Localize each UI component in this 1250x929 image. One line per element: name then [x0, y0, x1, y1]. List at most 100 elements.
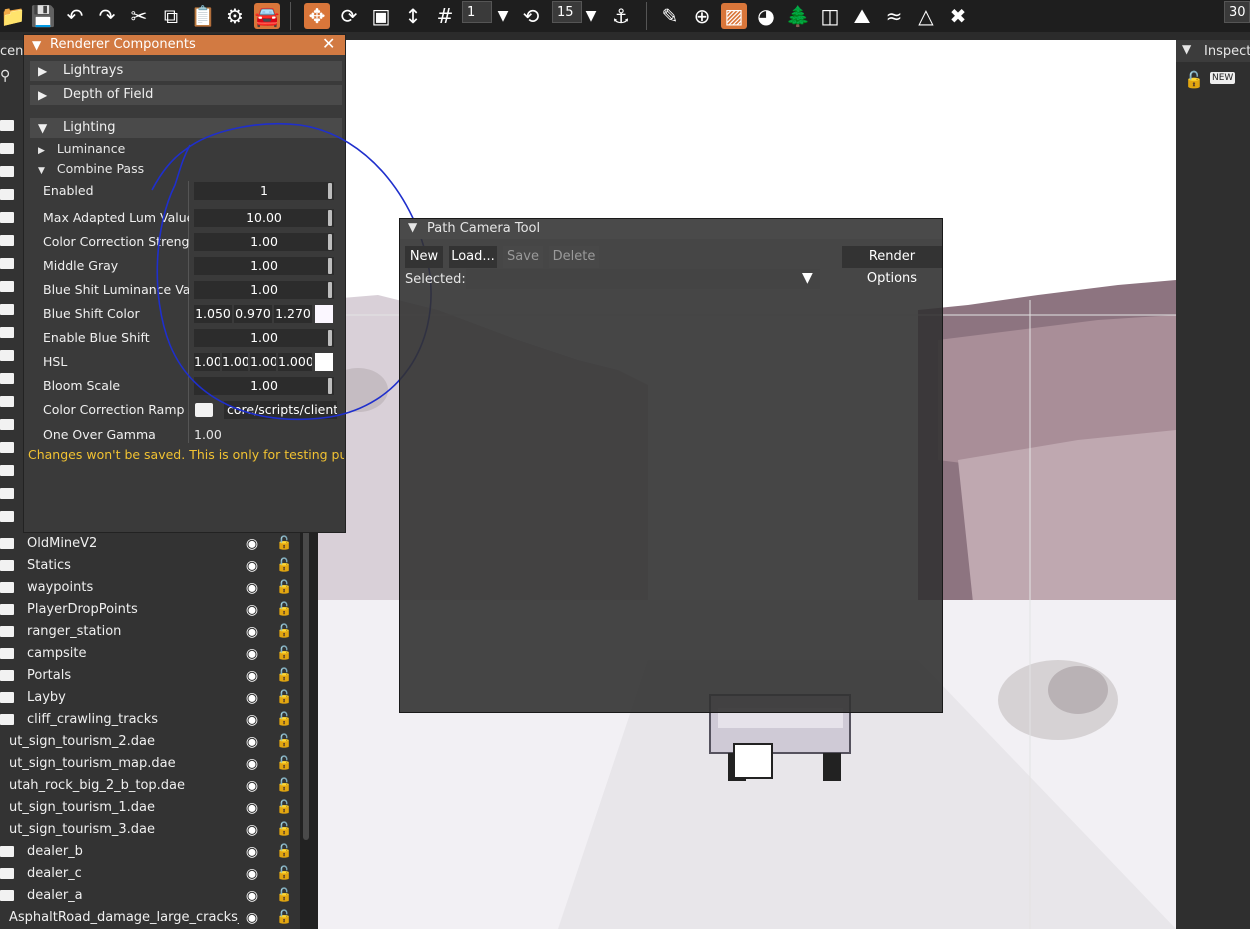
lock-icon[interactable]: 🔓 — [276, 734, 292, 750]
move-icon[interactable]: ✥ — [304, 3, 330, 29]
eye-icon[interactable]: ◉ — [244, 536, 260, 552]
redo-icon[interactable]: ↷ — [94, 3, 120, 29]
lock-icon[interactable]: 🔓 — [276, 536, 292, 552]
chevron-down-icon[interactable]: ▼ — [408, 220, 417, 234]
gear-icon[interactable]: ⚙ — [222, 3, 248, 29]
lock-icon[interactable]: 🔓 — [276, 756, 292, 772]
pencil-icon[interactable]: ✎ — [657, 3, 683, 29]
lock-icon[interactable]: 🔓 — [276, 624, 292, 640]
copy-icon[interactable]: ⧉ — [158, 3, 184, 29]
tree-item[interactable]: ut_sign_tourism_map.dae ◉ 🔓 — [0, 753, 300, 775]
tree-item[interactable]: waypoints ◉ 🔓 — [0, 577, 300, 599]
lock-icon[interactable]: 🔓 — [276, 866, 292, 882]
section-depth-of-field[interactable]: ▶ Depth of Field — [30, 85, 342, 105]
forest-icon[interactable]: 🌲 — [785, 3, 811, 29]
tree-item[interactable]: ranger_station ◉ 🔓 — [0, 621, 300, 643]
lock-icon[interactable]: 🔓 — [276, 712, 292, 728]
lock-icon[interactable]: 🔓 — [276, 690, 292, 706]
chevron-down-icon[interactable]: ▼ — [578, 3, 604, 29]
snap-icon[interactable]: ↕ — [400, 3, 426, 29]
eye-icon[interactable]: ◉ — [244, 690, 260, 706]
renderer-title-bar[interactable]: ▼ Renderer Components ✕ — [24, 34, 345, 55]
lock-icon[interactable]: 🔓 — [1184, 70, 1204, 89]
eye-icon[interactable]: ◉ — [244, 800, 260, 816]
pie-icon[interactable]: ◕ — [753, 3, 779, 29]
section-lightrays[interactable]: ▶ Lightrays — [30, 61, 342, 81]
folder-icon[interactable]: 📁 — [0, 3, 26, 29]
subsection-combine-pass[interactable]: ▼ Combine Pass — [38, 161, 144, 176]
delete-button[interactable]: Delete — [549, 246, 599, 268]
road-icon[interactable]: ▨ — [721, 3, 747, 29]
lock-icon[interactable]: 🔓 — [276, 800, 292, 816]
paste-icon[interactable]: 📋 — [190, 3, 216, 29]
tree-item[interactable]: cliff_crawling_tracks ◉ 🔓 — [0, 709, 300, 731]
tree-item[interactable]: Portals ◉ 🔓 — [0, 665, 300, 687]
tree-item[interactable]: dealer_c ◉ 🔓 — [0, 863, 300, 885]
eye-icon[interactable]: ◉ — [244, 624, 260, 640]
eye-icon[interactable]: ◉ — [244, 844, 260, 860]
tree-item[interactable]: OldMineV2 ◉ 🔓 — [0, 533, 300, 555]
tree-item[interactable]: AsphaltRoad_damage_large_cracks_deca ◉ 🔓 — [0, 907, 300, 929]
chevron-down-icon[interactable]: ▼ — [490, 3, 516, 29]
tree-item[interactable]: Layby ◉ 🔓 — [0, 687, 300, 709]
render-options-button[interactable]: Render Options — [842, 246, 942, 286]
car-icon[interactable]: 🚘 — [254, 3, 280, 29]
snap-value-field[interactable]: 1 — [462, 1, 492, 23]
selected-dropdown[interactable]: ▼ — [466, 269, 820, 289]
eye-icon[interactable]: ◉ — [244, 602, 260, 618]
save-button[interactable]: Save — [503, 246, 543, 268]
eye-icon[interactable]: ◉ — [244, 866, 260, 882]
lock-icon[interactable]: 🔓 — [276, 602, 292, 618]
eye-icon[interactable]: ◉ — [244, 778, 260, 794]
eye-icon[interactable]: ◉ — [244, 734, 260, 750]
chevron-down-icon[interactable]: ▼ — [1182, 42, 1191, 56]
lock-icon[interactable]: 🔓 — [276, 580, 292, 596]
camera-icon[interactable]: ⚓ — [608, 3, 634, 29]
decal-icon[interactable]: △ — [913, 3, 939, 29]
right-value-field[interactable]: 30 — [1224, 1, 1250, 23]
tower-icon[interactable]: ✖ — [945, 3, 971, 29]
undo-icon[interactable]: ↶ — [62, 3, 88, 29]
eye-icon[interactable]: ◉ — [244, 558, 260, 574]
search-icon[interactable]: ⚲ — [0, 68, 10, 84]
eye-icon[interactable]: ◉ — [244, 646, 260, 662]
save-icon[interactable]: 💾 — [30, 3, 56, 29]
tree-item[interactable]: ut_sign_tourism_1.dae ◉ 🔓 — [0, 797, 300, 819]
lock-icon[interactable]: 🔓 — [276, 668, 292, 684]
rotate-icon[interactable]: ⟳ — [336, 3, 362, 29]
eye-icon[interactable]: ◉ — [244, 910, 260, 926]
lock-icon[interactable]: 🔓 — [276, 822, 292, 838]
new-button[interactable]: New — [405, 246, 443, 268]
eye-icon[interactable]: ◉ — [244, 888, 260, 904]
tree-item[interactable]: ut_sign_tourism_3.dae ◉ 🔓 — [0, 819, 300, 841]
eye-icon[interactable]: ◉ — [244, 668, 260, 684]
eye-icon[interactable]: ◉ — [244, 756, 260, 772]
scene-tree-scrollbar[interactable] — [303, 520, 309, 840]
tree-item[interactable]: campsite ◉ 🔓 — [0, 643, 300, 665]
grid-icon[interactable]: # — [432, 3, 458, 29]
path-camera-title-bar[interactable]: ▼ Path Camera Tool — [400, 219, 942, 239]
subsection-luminance[interactable]: ▶ Luminance — [38, 141, 125, 156]
lock-icon[interactable]: 🔓 — [276, 778, 292, 794]
lock-icon[interactable]: 🔓 — [276, 646, 292, 662]
mesh-icon[interactable]: ◫ — [817, 3, 843, 29]
cut-icon[interactable]: ✂ — [126, 3, 152, 29]
chevron-down-icon[interactable]: ▼ — [32, 35, 41, 55]
tree-item[interactable]: dealer_b ◉ 🔓 — [0, 841, 300, 863]
lock-icon[interactable]: 🔓 — [276, 888, 292, 904]
lock-icon[interactable]: 🔓 — [276, 910, 292, 926]
tree-item[interactable]: utah_rock_big_2_b_top.dae ◉ 🔓 — [0, 775, 300, 797]
new-badge[interactable]: NEW — [1210, 72, 1236, 84]
lock-icon[interactable]: 🔓 — [276, 558, 292, 574]
rotate-snap-icon[interactable]: ⟲ — [518, 3, 544, 29]
terrain-icon[interactable]: ⛰ — [849, 3, 875, 29]
add-icon[interactable]: ⊕ — [689, 3, 715, 29]
eye-icon[interactable]: ◉ — [244, 580, 260, 596]
scale-icon[interactable]: ▣ — [368, 3, 394, 29]
tree-item[interactable]: ut_sign_tourism_2.dae ◉ 🔓 — [0, 731, 300, 753]
tree-item[interactable]: PlayerDropPoints ◉ 🔓 — [0, 599, 300, 621]
lock-icon[interactable]: 🔓 — [276, 844, 292, 860]
river-icon[interactable]: ≈ — [881, 3, 907, 29]
eye-icon[interactable]: ◉ — [244, 712, 260, 728]
load-button[interactable]: Load... — [449, 246, 497, 268]
